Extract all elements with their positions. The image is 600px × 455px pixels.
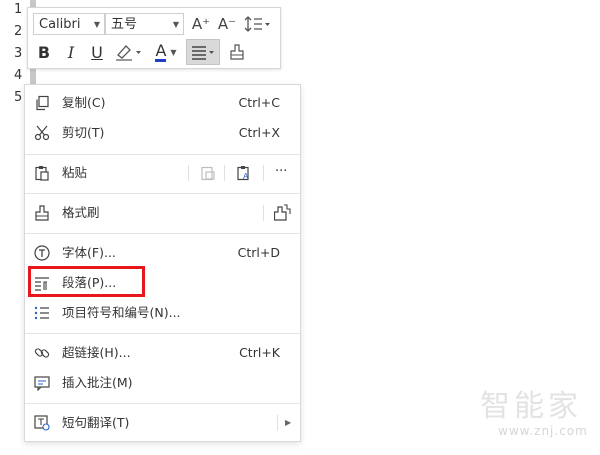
shortcut-label: Ctrl+C (238, 95, 280, 110)
bold-icon: B (37, 42, 51, 62)
menu-item-cut[interactable]: 剪切(T) Ctrl+X (25, 119, 300, 147)
format-painter-icon (230, 44, 244, 60)
translate-icon (34, 415, 50, 431)
menu-item-label: 格式刷 (62, 205, 100, 220)
menu-item-font[interactable]: 字体(F)... Ctrl+D (25, 239, 300, 267)
menu-item-copy[interactable]: 复制(C) Ctrl+C (25, 89, 300, 117)
link-icon (34, 348, 50, 358)
italic-button[interactable]: I (60, 40, 82, 64)
highlighter-icon (116, 45, 141, 61)
menu-divider (25, 233, 300, 234)
more-options-icon[interactable]: ··· (275, 159, 287, 185)
shortcut-label: Ctrl+D (237, 245, 280, 260)
divider (277, 415, 278, 431)
watermark-brand: 智能家 (480, 389, 582, 424)
copy-icon (36, 95, 49, 111)
shortcut-label: Ctrl+X (238, 125, 280, 140)
menu-divider (25, 154, 300, 155)
chevron-right-icon: ▶ (285, 418, 292, 427)
font-name-select[interactable]: Calibri ▼ (33, 13, 105, 35)
svg-text:A: A (243, 172, 249, 181)
divider (263, 165, 264, 181)
menu-item-label: 复制(C) (62, 95, 106, 110)
line-spacing-icon (244, 16, 270, 32)
menu-divider (25, 193, 300, 194)
comment-icon (34, 376, 50, 391)
chevron-down-icon: ▼ (172, 20, 179, 29)
font-color-icon: A (155, 40, 167, 62)
paragraph-highlight-box (28, 266, 145, 297)
shrink-font-icon: A⁻ (217, 15, 237, 33)
bullet-list-icon (34, 306, 49, 320)
menu-item-label: 超链接(H)... (62, 345, 131, 360)
menu-item-label: 粘贴 (62, 165, 88, 180)
font-icon (34, 245, 50, 261)
grow-font-button[interactable]: A⁺ (190, 12, 212, 36)
format-painter-icon (35, 205, 49, 221)
divider (188, 165, 189, 181)
menu-item-paste[interactable]: 粘贴 A ··· (25, 159, 300, 187)
format-painter-multi-icon[interactable] (274, 204, 292, 222)
italic-icon: I (67, 42, 75, 62)
divider (224, 165, 225, 181)
bold-button[interactable]: B (33, 40, 55, 64)
menu-item-format-painter[interactable]: 格式刷 (25, 199, 300, 227)
line-spacing-button[interactable] (242, 12, 274, 36)
paste-keep-format-icon[interactable] (200, 165, 216, 181)
chevron-down-icon: ▼ (170, 47, 177, 57)
grow-font-icon: A⁺ (191, 15, 211, 33)
menu-divider (25, 333, 300, 334)
menu-divider (25, 403, 300, 404)
underline-button[interactable]: U (86, 40, 108, 64)
menu-item-label: 剪切(T) (62, 125, 105, 140)
format-painter-button[interactable] (226, 40, 248, 64)
watermark-url: www.znj.com (498, 424, 588, 438)
font-name-value: Calibri (39, 17, 81, 32)
chevron-down-icon: ▼ (93, 20, 100, 29)
menu-item-label: 字体(F)... (62, 245, 116, 260)
shrink-font-button[interactable]: A⁻ (216, 12, 238, 36)
highlight-color-button[interactable] (112, 40, 144, 64)
underline-icon: U (91, 42, 103, 62)
align-justify-icon (192, 46, 214, 60)
context-menu: 复制(C) Ctrl+C 剪切(T) Ctrl+X 粘贴 A ··· 格式刷 字… (24, 84, 301, 442)
menu-item-label: 插入批注(M) (62, 375, 133, 390)
divider (263, 205, 264, 221)
menu-item-bullets-numbering[interactable]: 项目符号和编号(N)... (25, 299, 300, 327)
font-color-button[interactable]: A ▼ (150, 40, 182, 64)
mini-toolbar: Calibri ▼ 五号 ▼ A⁺ A⁻ B I U A ▼ (27, 7, 281, 69)
align-button[interactable] (186, 39, 220, 65)
watermark: 智能家 www.znj.com (480, 389, 588, 439)
menu-item-label: 短句翻译(T) (62, 415, 130, 430)
line-number: 4 (14, 68, 23, 83)
font-size-select[interactable]: 五号 ▼ (105, 13, 184, 35)
menu-item-label: 项目符号和编号(N)... (62, 305, 181, 320)
menu-item-insert-comment[interactable]: 插入批注(M) (25, 369, 300, 397)
shortcut-label: Ctrl+K (239, 345, 280, 360)
menu-item-translate[interactable]: 短句翻译(T) ▶ (25, 409, 300, 437)
scissors-icon (34, 125, 50, 141)
paste-icon (35, 166, 49, 181)
font-size-value: 五号 (111, 17, 138, 32)
paste-text-only-icon[interactable]: A (236, 165, 252, 181)
menu-item-hyperlink[interactable]: 超链接(H)... Ctrl+K (25, 339, 300, 367)
